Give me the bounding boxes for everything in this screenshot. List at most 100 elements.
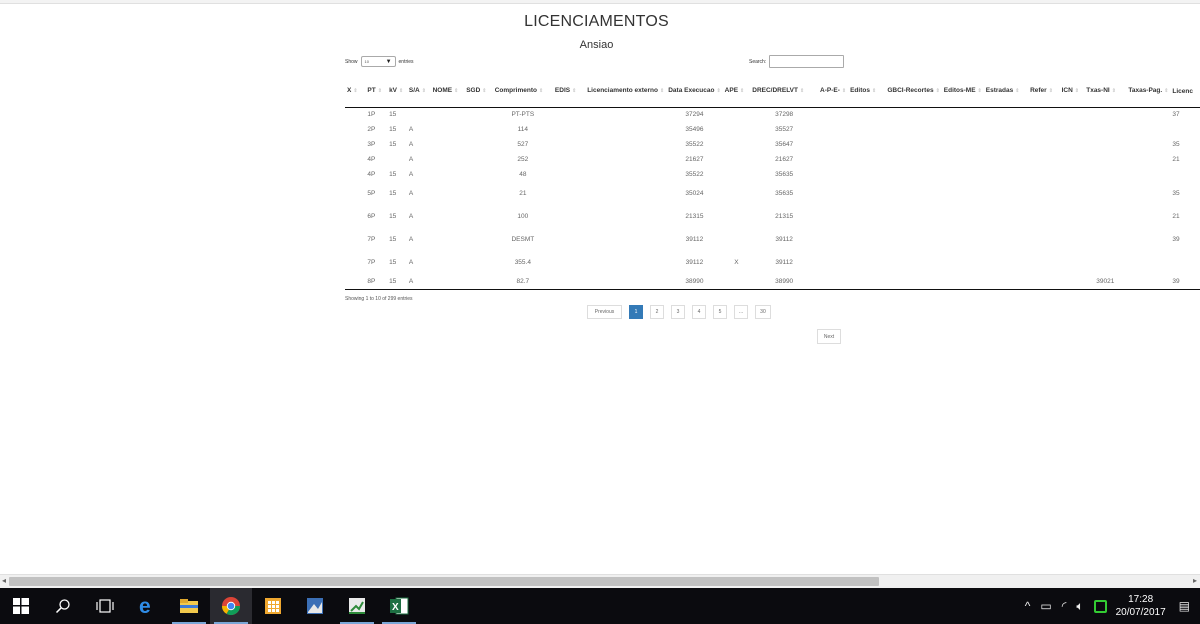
taskbar-image-app[interactable] [294, 588, 336, 624]
column-header[interactable]: Estradas ⇕ [983, 76, 1029, 108]
project-app-icon [349, 598, 365, 614]
action-center-icon[interactable]: ▤ [1179, 599, 1190, 613]
horizontal-scrollbar[interactable]: ◂ ▸ [0, 574, 1200, 588]
previous-button[interactable]: Previous [587, 305, 622, 319]
volume-icon[interactable]: 🔈︎ [1076, 599, 1083, 614]
column-header[interactable]: SGD ⇕ [464, 76, 493, 108]
column-header[interactable]: Refer ⇕ [1028, 76, 1060, 108]
table-cell: 35 [1172, 141, 1180, 148]
column-header[interactable]: S/A ⇕ [406, 76, 431, 108]
column-header[interactable]: GBCI-Recortes ⇕ [885, 76, 942, 108]
column-header[interactable]: Editos ⇕ [848, 76, 886, 108]
page-button[interactable]: 2 [650, 305, 664, 319]
search-button[interactable] [42, 588, 84, 624]
sort-icon[interactable]: ⇕ [740, 88, 744, 94]
sort-icon[interactable]: ⇕ [1015, 88, 1019, 94]
scroll-left-icon[interactable]: ◂ [2, 576, 6, 585]
column-header[interactable]: A-P-E- ⇕ [818, 76, 849, 108]
battery-icon[interactable]: ▭ [1040, 599, 1051, 613]
taskbar-edge[interactable]: e [126, 588, 168, 624]
table-row[interactable]: 4P A 252 21627 21627 21 [345, 152, 1200, 167]
table-row[interactable]: 8P 15 A 82.7 38990 38990 39021 39 [345, 274, 1200, 290]
table-row[interactable]: 4P 15 A 48 35522 35635 [345, 167, 1200, 182]
table-row[interactable]: 6P 15 A 100 21315 21315 21 [345, 205, 1200, 228]
sort-icon[interactable]: ⇕ [1049, 88, 1053, 94]
page-button[interactable]: 4 [692, 305, 706, 319]
table-cell: A [408, 213, 414, 220]
table-cell [1084, 122, 1126, 137]
sort-icon[interactable]: ⇕ [1164, 88, 1168, 94]
sort-icon[interactable]: ⇕ [1112, 88, 1116, 94]
column-header[interactable]: DREC/DRELVT ⇕ [750, 76, 819, 108]
next-button[interactable]: Next [817, 329, 841, 344]
page-button[interactable]: 1 [629, 305, 643, 319]
table-row[interactable]: 7P 15 A 355.4 39112 X 39112 [345, 251, 1200, 274]
table-cell: A [408, 126, 414, 133]
sort-icon[interactable]: ⇕ [454, 88, 458, 94]
scrollbar-thumb[interactable] [9, 577, 879, 586]
column-header[interactable]: Taxas-Pag. ⇕ [1126, 76, 1171, 108]
sort-icon[interactable]: ⇕ [399, 88, 403, 94]
sort-icon[interactable]: ⇕ [539, 88, 543, 94]
table-row[interactable]: 1P 15 PT-PTS 37294 37298 37 [345, 107, 1200, 122]
sort-icon[interactable]: ⇕ [660, 88, 664, 94]
task-view-button[interactable] [84, 588, 126, 624]
page-button[interactable]: 3 [671, 305, 685, 319]
scroll-right-icon[interactable]: ▸ [1193, 576, 1197, 585]
column-header-label: A-P-E- [820, 87, 840, 95]
column-header[interactable]: PT ⇕ [365, 76, 388, 108]
column-header[interactable]: ICN ⇕ [1059, 76, 1085, 108]
sort-icon[interactable]: ⇕ [842, 88, 846, 94]
table-cell [464, 182, 493, 205]
clock[interactable]: 17:28 20/07/2017 [1116, 593, 1166, 619]
table-row[interactable]: 5P 15 A 21 35024 35635 35 [345, 182, 1200, 205]
taskbar-excel[interactable]: X [378, 588, 420, 624]
column-header[interactable]: Txas-NI ⇕ [1084, 76, 1127, 108]
sort-icon[interactable]: ⇕ [936, 88, 940, 94]
chevron-up-icon[interactable]: ^ [1025, 599, 1031, 613]
column-header[interactable]: Editos-ME ⇕ [941, 76, 984, 108]
table-row[interactable]: 7P 15 A DESMT 39112 39112 39 [345, 228, 1200, 251]
wifi-icon[interactable]: ◜ [1062, 599, 1067, 613]
sort-icon[interactable]: ⇕ [800, 88, 804, 94]
taskbar-chrome[interactable] [210, 588, 252, 624]
taskbar-store[interactable] [252, 588, 294, 624]
table-row[interactable]: 2P 15 A 114 35496 35527 [345, 122, 1200, 137]
sort-icon[interactable]: ⇕ [978, 88, 982, 94]
column-header[interactable]: NOME ⇕ [430, 76, 465, 108]
column-header[interactable]: Licenc [1170, 76, 1200, 108]
search-input[interactable] [769, 55, 845, 68]
sort-icon[interactable]: ⇕ [1075, 88, 1079, 94]
table-row[interactable]: 3P 15 A 527 35522 35647 35 [345, 137, 1200, 152]
table-cell: 355.4 [514, 259, 531, 266]
security-app-icon[interactable] [1093, 599, 1107, 613]
taskbar-project-app[interactable] [336, 588, 378, 624]
column-header[interactable]: EDIS ⇕ [552, 76, 586, 108]
table-cell [464, 122, 493, 137]
page-button[interactable]: ... [734, 305, 749, 319]
sort-icon[interactable]: ⇕ [572, 88, 576, 94]
table-cell [1126, 107, 1170, 122]
column-header[interactable]: Data Execucao ⇕ [666, 76, 723, 108]
table-cell [942, 107, 984, 122]
table-cell [885, 228, 941, 251]
table-cell: 48 [519, 171, 527, 178]
sort-icon[interactable]: ⇕ [872, 88, 876, 94]
column-header[interactable]: kV ⇕ [387, 76, 407, 108]
sort-icon[interactable]: ⇕ [378, 88, 382, 94]
table-body: 1P 15 PT-PTS 37294 37298 37 2P 15 A 114 35496 35527… [345, 107, 1200, 290]
start-button[interactable] [0, 588, 42, 624]
page-button[interactable]: 30 [755, 305, 771, 319]
taskbar-file-explorer[interactable] [168, 588, 210, 624]
column-header[interactable]: Licenciamento externo ⇕ [585, 76, 667, 108]
sort-icon[interactable]: ⇕ [716, 88, 720, 94]
column-header[interactable]: Comprimento ⇕ [492, 76, 553, 108]
sort-icon[interactable]: ⇕ [482, 88, 486, 94]
page-button[interactable]: 5 [713, 305, 727, 319]
column-header[interactable]: APE ⇕ [722, 76, 751, 108]
sort-icon[interactable]: ⇕ [422, 88, 426, 94]
table-cell [818, 107, 848, 122]
column-header[interactable]: X ⇕ [345, 76, 366, 108]
sort-icon[interactable]: ⇕ [353, 88, 357, 94]
entries-length-select[interactable]: 10 ▼ [360, 56, 396, 67]
